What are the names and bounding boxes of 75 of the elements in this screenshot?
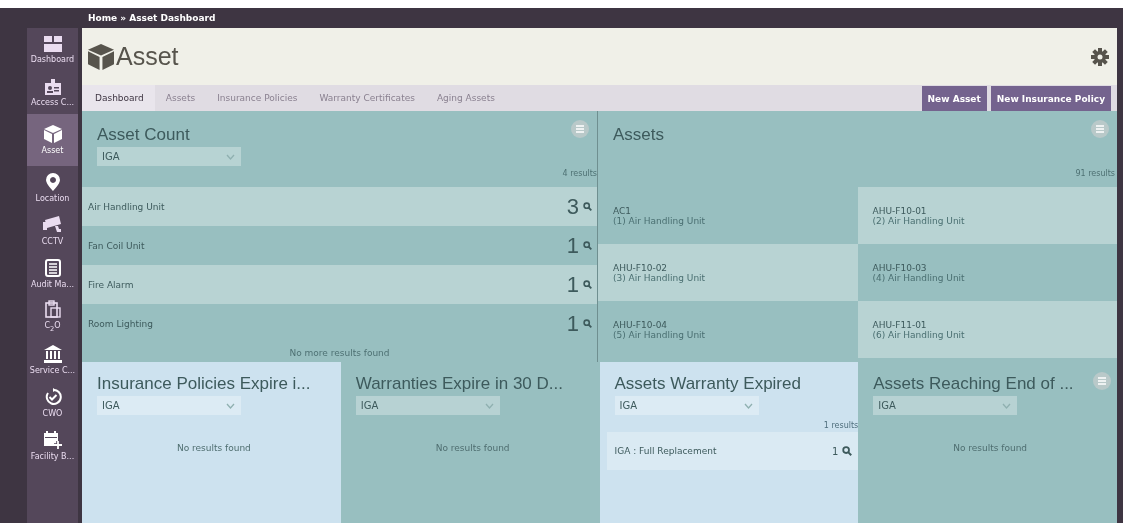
search-icon[interactable]: [842, 446, 853, 456]
asset-card[interactable]: AHU-F11-01 (6) Air Handling Unit: [857, 301, 1117, 358]
sidebar-item[interactable]: Access C...: [27, 71, 78, 114]
chevron-icon: [484, 402, 494, 409]
tab[interactable]: Assets: [154, 85, 207, 111]
settings-icon[interactable]: [1091, 47, 1109, 66]
calendar-add-icon: [43, 430, 62, 449]
results-count: 4 results: [562, 169, 597, 178]
filter-dropdown[interactable]: IGA: [614, 396, 759, 415]
location-pin-icon: [45, 172, 60, 191]
sidebar-item[interactable]: Location: [27, 166, 78, 209]
panel-title: Asset Count: [97, 125, 190, 145]
search-icon[interactable]: [583, 202, 592, 211]
asset-count-row[interactable]: Air Handling Unit 3: [82, 187, 597, 226]
result-row[interactable]: IGA : Full Replacement 1: [606, 432, 859, 470]
page-title: Asset: [116, 42, 179, 71]
chevron-icon: [226, 402, 235, 409]
count: 1: [566, 271, 579, 298]
result-name: IGA : Full Replacement: [614, 446, 717, 456]
id-card-icon: [44, 78, 61, 95]
action-button[interactable]: New Insurance Policy: [990, 85, 1111, 111]
filter-dropdown[interactable]: IGA: [97, 396, 241, 415]
count: 3: [566, 193, 579, 220]
search-icon[interactable]: [583, 280, 592, 289]
count: 1: [831, 445, 839, 457]
sidebar-item[interactable]: C$_{2}$O: [27, 295, 78, 338]
chevron-icon: [1002, 402, 1012, 409]
search-icon[interactable]: [583, 319, 592, 328]
chevron-icon: [226, 153, 235, 160]
sidebar-item[interactable]: Service C...: [27, 338, 78, 381]
panel-title: Insurance Policies Expire i...: [97, 374, 311, 394]
chevron-icon: [743, 402, 753, 409]
sidebar-item[interactable]: Facility B...: [27, 424, 78, 467]
asset-card[interactable]: AHU-F10-01 (2) Air Handling Unit: [857, 187, 1117, 244]
clipboard-icon: [44, 300, 61, 319]
empty-state-message: No results found: [175, 443, 252, 453]
category-name: Air Handling Unit: [88, 201, 166, 212]
results-count: 1 results: [823, 421, 859, 430]
filter-dropdown[interactable]: IGA: [97, 147, 241, 166]
cube-icon: [43, 125, 62, 143]
panel-title: Assets: [613, 125, 665, 145]
count: 1: [566, 232, 579, 259]
category-name: Fan Coil Unit: [88, 240, 146, 251]
empty-state-message: No results found: [434, 443, 511, 453]
asset-card[interactable]: AHU-F10-02 (3) Air Handling Unit: [598, 244, 858, 301]
refresh-check-icon: [43, 387, 62, 406]
search-icon[interactable]: [583, 241, 592, 250]
tab[interactable]: Aging Assets: [425, 85, 506, 111]
breadcrumb[interactable]: Home » Asset Dashboard: [88, 13, 216, 23]
tab[interactable]: Insurance Policies: [206, 85, 309, 111]
sidebar-item[interactable]: Dashboard: [27, 28, 78, 71]
category-name: Room Lighting: [88, 318, 154, 329]
end-of-list-note: No more results found: [288, 348, 391, 358]
cube-icon: [88, 42, 114, 71]
filter-dropdown[interactable]: IGA: [873, 396, 1018, 415]
sidebar-item[interactable]: CWO: [27, 381, 78, 424]
sidebar-item[interactable]: Asset: [27, 114, 78, 166]
panel-title: Warranties Expire in 30 D...: [355, 374, 563, 394]
tab[interactable]: Dashboard: [82, 85, 155, 111]
results-count: 91 results: [1075, 169, 1115, 178]
bank-icon: [43, 344, 62, 363]
sidebar-item[interactable]: CCTV: [27, 209, 78, 252]
panel-title: Assets Warranty Expired: [614, 374, 801, 394]
sidebar-item[interactable]: Audit Ma...: [27, 252, 78, 295]
panel-title: Assets Reaching End of ...: [873, 374, 1074, 394]
category-name: Fire Alarm: [88, 279, 135, 290]
empty-state-message: No results found: [952, 443, 1029, 453]
tab[interactable]: Warranty Certificates: [308, 85, 426, 111]
filter-dropdown[interactable]: IGA: [355, 396, 500, 415]
document-icon: [44, 258, 61, 277]
security-camera-icon: [42, 215, 63, 234]
asset-count-row[interactable]: Fire Alarm 1: [82, 265, 597, 304]
action-button[interactable]: New Asset: [921, 85, 987, 111]
dashboard-icon: [43, 35, 62, 52]
count: 1: [566, 310, 579, 337]
